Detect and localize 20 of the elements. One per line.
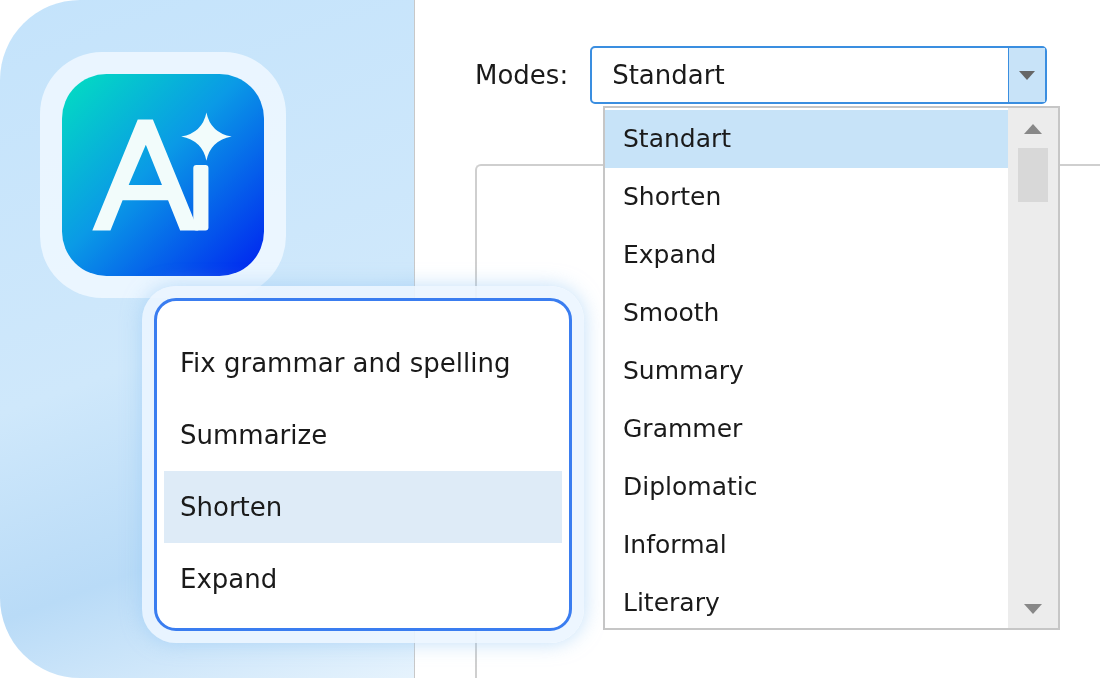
menu-item[interactable]: Shorten xyxy=(164,471,562,543)
menu-item[interactable]: Fix grammar and spelling xyxy=(164,327,562,399)
scroll-up-icon[interactable] xyxy=(1024,124,1042,134)
dropdown-option[interactable]: Shorten xyxy=(605,168,1008,226)
menu-item[interactable]: Summarize xyxy=(164,399,562,471)
dropdown-option[interactable]: Expand xyxy=(605,226,1008,284)
dropdown-option[interactable]: Literary xyxy=(605,574,1008,632)
dropdown-option[interactable]: Standart xyxy=(605,110,1008,168)
scroll-down-icon[interactable] xyxy=(1024,604,1042,614)
ai-sparkle-icon xyxy=(62,74,264,276)
dropdown-option[interactable]: Summary xyxy=(605,342,1008,400)
modes-label: Modes: xyxy=(475,60,569,90)
dropdown-option[interactable]: Diplomatic xyxy=(605,458,1008,516)
modes-dropdown[interactable]: Standart xyxy=(590,46,1048,104)
scrollbar[interactable] xyxy=(1008,108,1058,628)
menu-item[interactable]: Expand xyxy=(164,543,562,615)
dropdown-option[interactable]: Grammer xyxy=(605,400,1008,458)
caret-down-icon xyxy=(1019,70,1036,80)
dropdown-option[interactable]: Informal xyxy=(605,516,1008,574)
dropdown-option[interactable]: Smooth xyxy=(605,284,1008,342)
